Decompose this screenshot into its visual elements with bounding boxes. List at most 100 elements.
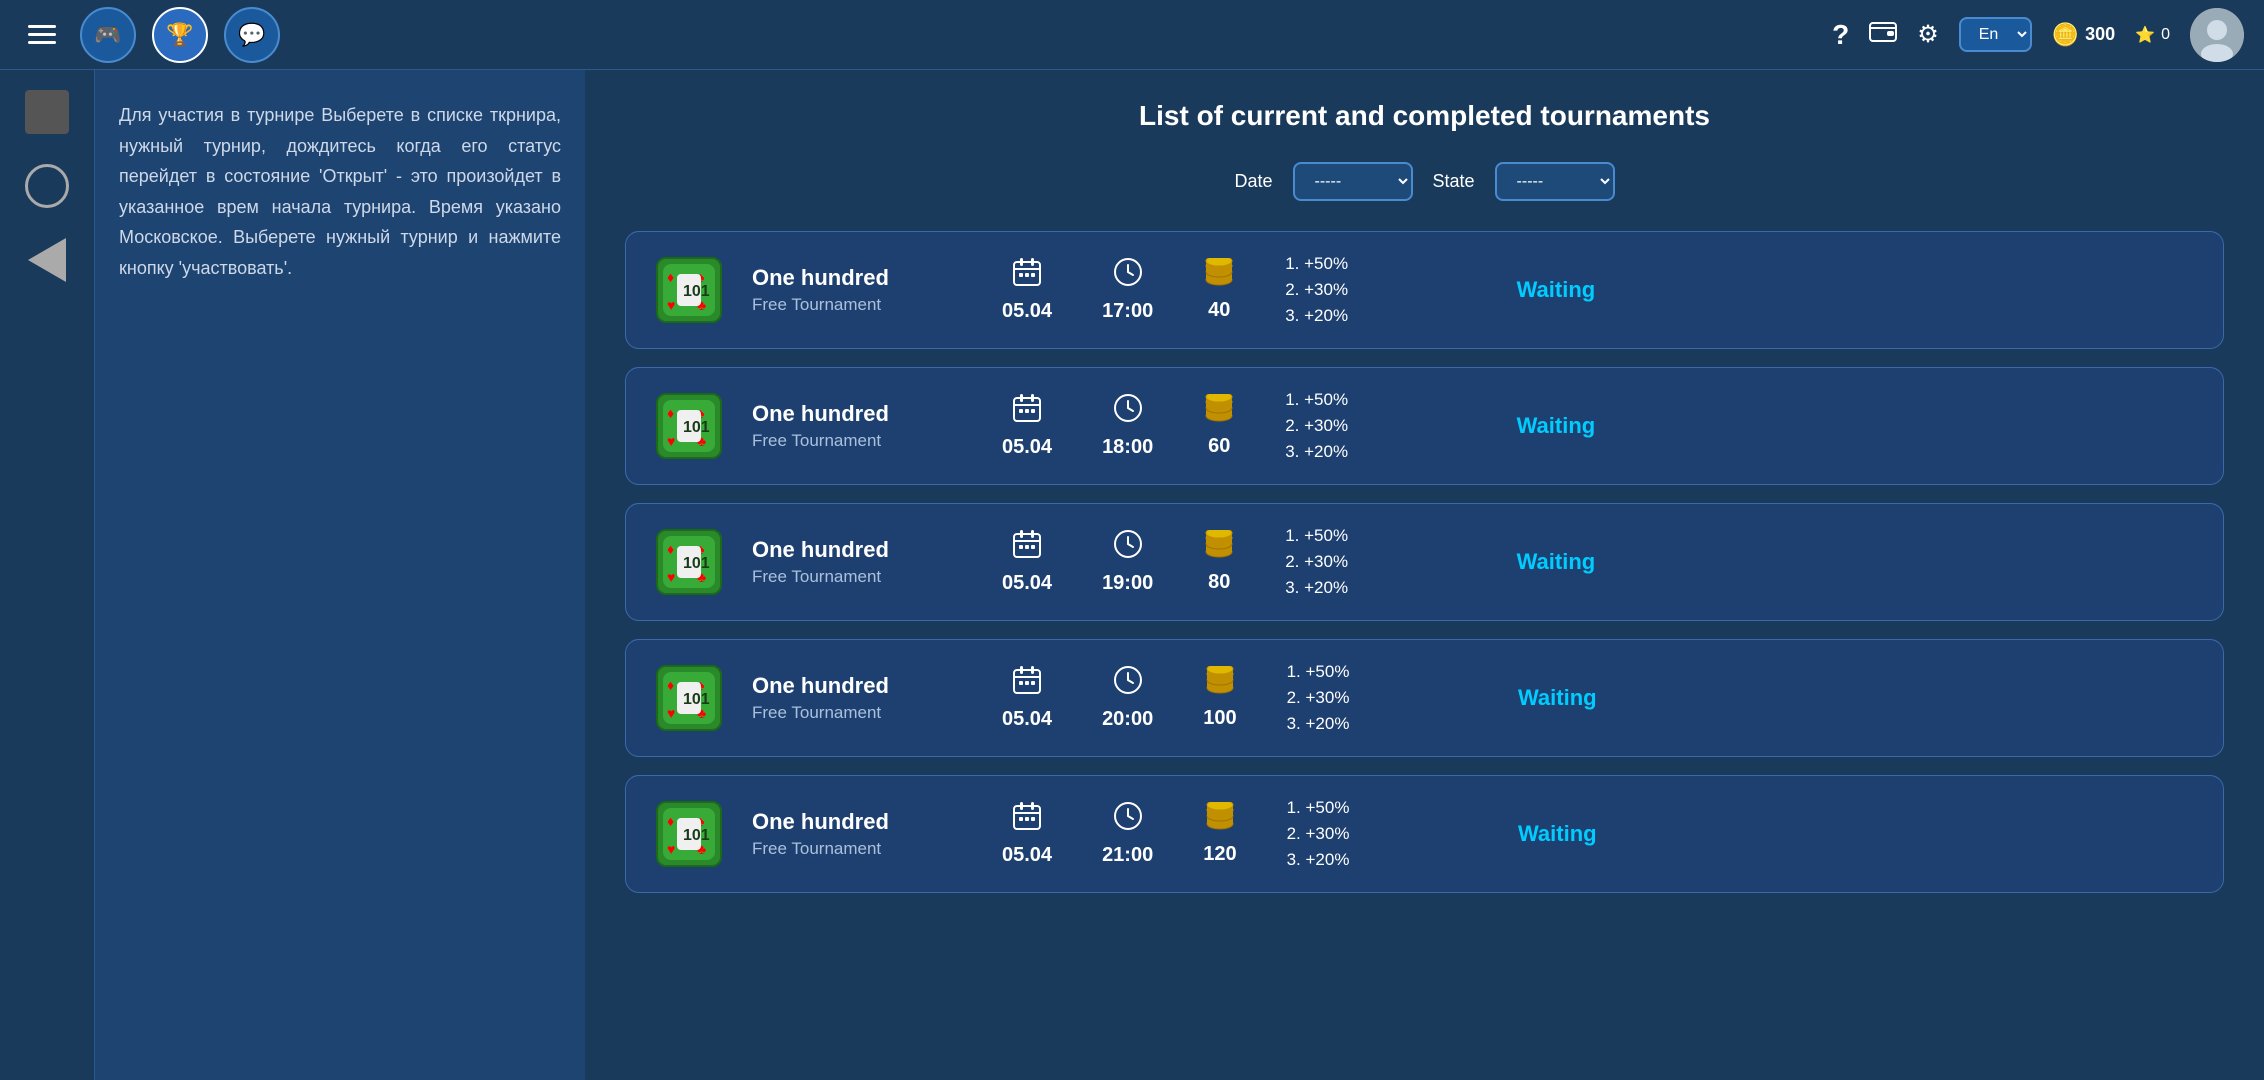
prize-item-3: 3. +20%: [1285, 442, 1425, 462]
coins-display: 🪙 300: [2052, 22, 2115, 48]
time-info: 20:00: [1102, 665, 1153, 731]
state-filter-select[interactable]: -----: [1495, 162, 1615, 201]
status-col: Waiting: [1475, 277, 1595, 303]
svg-text:101: 101: [683, 419, 710, 436]
prizes-col: 1. +50% 2. +30% 3. +20%: [1285, 390, 1425, 462]
coins-icon: [1203, 258, 1235, 293]
user-avatar[interactable]: [2190, 8, 2244, 62]
coins-icon: [1204, 802, 1236, 837]
calendar-icon: [1012, 257, 1042, 294]
tournament-card[interactable]: ♦ ♠ ♥ ♣ 101 One hundred Free Tournament: [625, 231, 2224, 349]
time-value: 17:00: [1102, 300, 1153, 323]
filters-row: Date ----- State -----: [625, 162, 2224, 201]
language-select[interactable]: En Ru: [1959, 17, 2032, 52]
tournament-name: One hundred: [752, 673, 972, 699]
tournament-info: 05.04 20:00: [1002, 662, 2193, 734]
topbar-left: 🎮 🏆 💬: [20, 7, 280, 63]
svg-text:♦: ♦: [667, 405, 674, 421]
prizes-col: 1. +50%2. +30%3. +20%: [1285, 254, 1425, 326]
calendar-icon: [1012, 529, 1042, 566]
tournament-sub: Free Tournament: [752, 295, 972, 315]
prize-item-3: 3. +20%: [1285, 578, 1425, 598]
tournament-icon: ♦ ♠ ♥ ♣ 101: [656, 665, 722, 731]
tournament-card[interactable]: ♦ ♠ ♥ ♣ 101 One hundred Free Tournament: [625, 775, 2224, 893]
tournament-sub: Free Tournament: [752, 567, 972, 587]
players-value: 40: [1208, 299, 1230, 322]
clock-icon: [1113, 801, 1143, 838]
time-value: 18:00: [1102, 436, 1153, 459]
tournament-name: One hundred: [752, 809, 972, 835]
tournament-card[interactable]: ♦ ♠ ♥ ♣ 101 One hundred Free Tournament: [625, 639, 2224, 757]
tournament-sub: Free Tournament: [752, 703, 972, 723]
date-filter-select[interactable]: -----: [1293, 162, 1413, 201]
date-value: 05.04: [1002, 572, 1052, 595]
settings-button[interactable]: ⚙: [1917, 20, 1939, 49]
star-icon: ⭐: [2135, 25, 2155, 45]
players-value: 120: [1203, 843, 1236, 866]
time-info: 21:00: [1102, 801, 1153, 867]
players-info: 100: [1203, 666, 1236, 730]
rail-circle: [25, 164, 69, 208]
left-panel: Для участия в турнире Выберете в списке …: [95, 70, 585, 1080]
svg-text:101: 101: [683, 827, 710, 844]
prizes-col: 1. +50%2. +30%3. +20%: [1285, 526, 1425, 598]
prize-item-3: 3. +20%: [1287, 850, 1427, 870]
coin-icon: 🪙: [2052, 22, 2079, 48]
main-layout: Для участия в турнире Выберете в списке …: [0, 70, 2264, 1080]
date-info: 05.04: [1002, 665, 1052, 731]
date-value: 05.04: [1002, 844, 1052, 867]
time-value: 19:00: [1102, 572, 1153, 595]
tournament-card[interactable]: ♦ ♠ ♥ ♣ 101 One hundred Free Tournament: [625, 503, 2224, 621]
clock-icon: [1113, 257, 1143, 294]
svg-text:♥: ♥: [667, 569, 675, 585]
rail-square: [25, 90, 69, 134]
prizes-col: 1. +50%2. +30%3. +20%: [1287, 798, 1427, 870]
back-arrow[interactable]: [28, 238, 66, 282]
tournament-info: 05.04 19:00: [1002, 526, 2193, 598]
tournament-icon: ♦ ♠ ♥ ♣ 101: [656, 801, 722, 867]
topbar: 🎮 🏆 💬 ? ⚙ En Ru 🪙 300 ⭐ 0: [0, 0, 2264, 70]
calendar-icon: [1012, 393, 1042, 430]
tournament-info: 05.04 17:00: [1002, 254, 2193, 326]
help-button[interactable]: ?: [1832, 19, 1849, 51]
status-badge: Waiting: [1518, 685, 1597, 710]
trophy-nav-button[interactable]: 🏆: [152, 7, 208, 63]
chat-nav-button[interactable]: 💬: [224, 7, 280, 63]
svg-text:101: 101: [683, 691, 710, 708]
page-title: List of current and completed tournament…: [625, 100, 2224, 132]
status-col: Waiting: [1477, 821, 1597, 847]
coins-icon: [1204, 666, 1236, 701]
status-badge: Waiting: [1517, 413, 1596, 438]
time-info: 19:00: [1102, 529, 1153, 595]
tournament-name-col: One hundred Free Tournament: [752, 673, 972, 723]
svg-text:♦: ♦: [667, 813, 674, 829]
svg-text:♦: ♦: [667, 541, 674, 557]
hamburger-button[interactable]: [20, 17, 64, 52]
players-info: 80: [1203, 530, 1235, 594]
prize-item-3: 3. +20%: [1287, 714, 1427, 734]
status-col: Waiting: [1475, 549, 1595, 575]
wallet-button[interactable]: [1869, 19, 1897, 50]
stars-count: 0: [2161, 26, 2170, 44]
players-info: 40: [1203, 258, 1235, 322]
svg-text:♥: ♥: [667, 841, 675, 857]
prize-item-1: 1. +50%: [1285, 254, 1425, 274]
players-value: 80: [1208, 571, 1230, 594]
date-value: 05.04: [1002, 436, 1052, 459]
prize-item-2: 2. +30%: [1285, 416, 1425, 436]
tournament-sub: Free Tournament: [752, 839, 972, 859]
tournament-name-col: One hundred Free Tournament: [752, 809, 972, 859]
svg-text:♥: ♥: [667, 705, 675, 721]
prize-item-1: 1. +50%: [1285, 526, 1425, 546]
date-value: 05.04: [1002, 300, 1052, 323]
tournament-card[interactable]: ♦ ♠ ♥ ♣ 101 One hundred Free Tournament: [625, 367, 2224, 485]
date-filter-label: Date: [1234, 171, 1272, 192]
tournament-sub: Free Tournament: [752, 431, 972, 451]
time-value: 20:00: [1102, 708, 1153, 731]
tournament-name: One hundred: [752, 265, 972, 291]
controller-nav-button[interactable]: 🎮: [80, 7, 136, 63]
tournament-name: One hundred: [752, 537, 972, 563]
prize-item-1: 1. +50%: [1285, 390, 1425, 410]
clock-icon: [1113, 393, 1143, 430]
prize-item-1: 1. +50%: [1287, 662, 1427, 682]
